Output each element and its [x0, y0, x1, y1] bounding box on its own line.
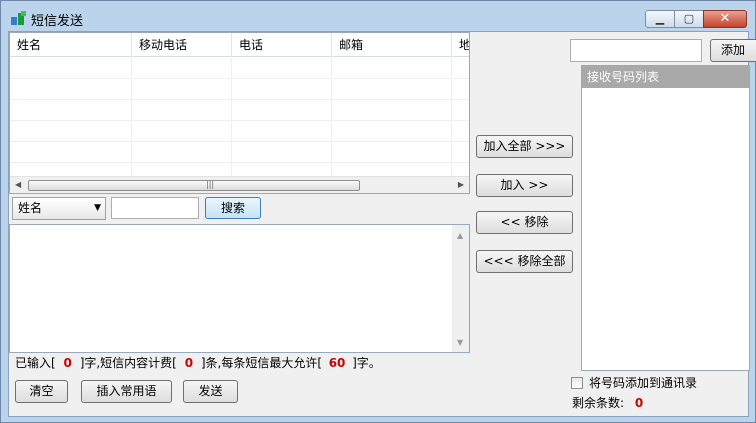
search-button[interactable]: 搜索: [205, 197, 261, 219]
status-mid1: ]字,短信内容计费[: [79, 356, 177, 370]
close-button[interactable]: ✕: [703, 10, 747, 28]
add-number-button[interactable]: 添加: [710, 39, 756, 62]
app-icon: [11, 11, 27, 25]
phone-number-input[interactable]: [570, 39, 702, 62]
char-count-status: 已输入[ 0 ]字,短信内容计费[ 0 ]条,每条短信最大允许[ 60 ]字。: [15, 355, 381, 371]
scroll-down-arrow-icon[interactable]: ▼: [457, 338, 463, 347]
minimize-icon: ▁: [655, 12, 665, 25]
table-row: [10, 142, 469, 163]
save-to-contacts-checkbox[interactable]: [571, 377, 583, 389]
maximize-button[interactable]: ▢: [674, 10, 704, 28]
table-horizontal-scrollbar[interactable]: ◀ ||| ▶: [10, 176, 469, 193]
max-chars-per-message: 60: [328, 356, 346, 370]
client-area: 姓名 移动电话 电话 邮箱 地 ◀ ||| ▶ 姓名 ▼ 搜索 ▲ ▼ 已输入[…: [8, 31, 756, 417]
status-mid2: ]条,每条短信最大允许[: [200, 356, 323, 370]
column-header-name[interactable]: 姓名: [10, 33, 132, 57]
title-bar[interactable]: 短信发送 ▁ ▢ ✕: [1, 1, 755, 31]
table-row: [10, 100, 469, 121]
scrollbar-thumb[interactable]: |||: [28, 180, 360, 191]
save-to-contacts-label[interactable]: 将号码添加到通讯录: [589, 375, 697, 391]
recipient-list-header: 接收号码列表: [582, 66, 749, 88]
send-button[interactable]: 发送: [183, 380, 238, 403]
minimize-button[interactable]: ▁: [645, 10, 675, 28]
clear-button[interactable]: 清空: [15, 380, 68, 403]
search-input[interactable]: [111, 197, 199, 219]
status-suffix: ]字。: [352, 356, 381, 370]
status-prefix: 已输入[: [15, 356, 56, 370]
table-row: [10, 58, 469, 79]
scroll-left-arrow-icon[interactable]: ◀: [15, 180, 21, 189]
column-header-address[interactable]: 地: [452, 33, 469, 57]
message-vertical-scrollbar[interactable]: ▲ ▼: [452, 225, 469, 352]
contacts-table-header: 姓名 移动电话 电话 邮箱 地: [10, 33, 469, 57]
maximize-icon: ▢: [683, 12, 695, 25]
table-row: [10, 79, 469, 100]
window-title: 短信发送: [31, 14, 84, 29]
close-icon: ✕: [719, 11, 731, 26]
scroll-up-arrow-icon[interactable]: ▲: [457, 231, 463, 240]
recipient-list[interactable]: 接收号码列表: [581, 65, 750, 371]
add-all-button[interactable]: 加入全部 >>>: [476, 135, 573, 158]
grip-icon: |||: [206, 180, 215, 189]
insert-common-phrase-button[interactable]: 插入常用语: [81, 380, 172, 403]
input-char-count: 0: [63, 356, 72, 370]
chevron-down-icon: ▼: [94, 203, 101, 213]
remaining-count-value: 0: [634, 396, 644, 410]
window-controls: ▁ ▢ ✕: [645, 10, 747, 28]
remove-all-button[interactable]: <<< 移除全部: [476, 250, 573, 273]
message-billing-count: 0: [184, 356, 194, 370]
scroll-right-arrow-icon[interactable]: ▶: [458, 180, 464, 189]
message-textarea[interactable]: ▲ ▼: [9, 224, 470, 353]
column-header-email[interactable]: 邮箱: [332, 33, 452, 57]
remaining-count-label: 剩余条数:: [572, 396, 625, 410]
table-row: [10, 121, 469, 142]
sms-send-window: 短信发送 ▁ ▢ ✕ 姓名 移动电话 电话 邮箱 地 ◀ ||| ▶ 姓名 ▼ …: [0, 0, 756, 423]
search-field-select[interactable]: 姓名 ▼: [12, 197, 106, 220]
add-button[interactable]: 加入 >>: [476, 174, 573, 197]
column-header-mobile[interactable]: 移动电话: [132, 33, 232, 57]
contacts-table[interactable]: 姓名 移动电话 电话 邮箱 地 ◀ ||| ▶: [9, 32, 470, 194]
column-header-phone[interactable]: 电话: [232, 33, 332, 57]
remove-button[interactable]: << 移除: [476, 211, 573, 234]
search-field-selected: 姓名: [18, 201, 43, 215]
